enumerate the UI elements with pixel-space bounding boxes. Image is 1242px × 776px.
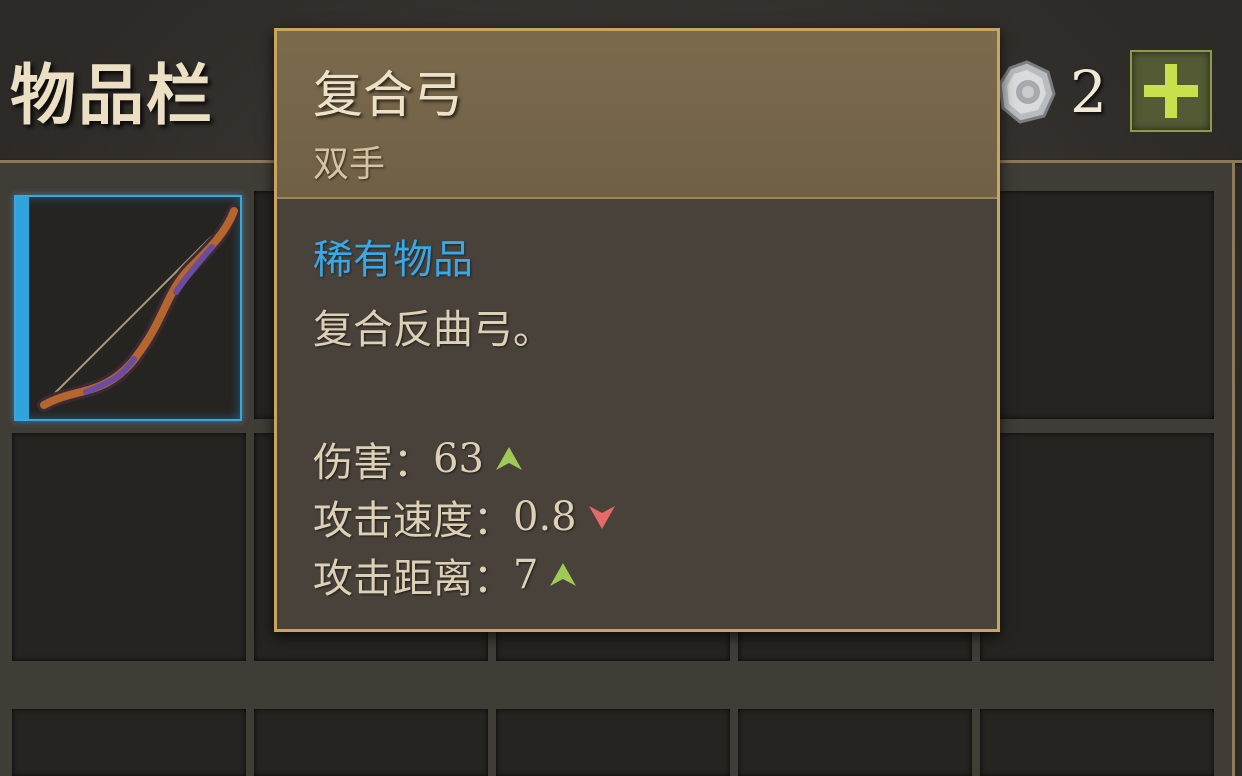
item-name: 复合弓 <box>313 66 463 124</box>
inventory-slot-5[interactable] <box>980 191 1214 419</box>
stat-label: 伤害： <box>313 440 433 486</box>
bow-icon <box>37 204 240 412</box>
inventory-slot-1[interactable] <box>14 195 242 421</box>
inventory-slot-10[interactable] <box>980 433 1214 661</box>
stat-attack-range: 攻击距离： 7 <box>313 549 578 602</box>
silver-coin-icon <box>998 60 1056 124</box>
inventory-slot-11[interactable] <box>12 709 246 776</box>
stat-down-arrow-icon <box>588 506 615 529</box>
stat-up-arrow-icon <box>550 563 577 586</box>
stat-damage: 伤害： 63 <box>313 433 524 486</box>
item-rarity: 稀有物品 <box>313 237 473 283</box>
stat-value: 0.8 <box>513 494 577 540</box>
currency-count: 2 <box>1070 58 1107 126</box>
stat-attack-speed: 攻击速度： 0.8 <box>313 491 617 544</box>
plus-icon <box>1144 64 1198 118</box>
stat-value: 63 <box>433 436 484 482</box>
inventory-slot-15[interactable] <box>980 709 1214 776</box>
add-currency-button[interactable] <box>1130 50 1212 132</box>
tooltip-header: 复合弓 双手 <box>277 31 997 199</box>
item-description: 复合反曲弓。 <box>313 307 553 353</box>
item-tooltip: 复合弓 双手 稀有物品 复合反曲弓。 伤害： 63 攻击速度： 0.8 攻击距离… <box>274 28 1000 632</box>
inventory-title: 物品栏 <box>10 56 214 134</box>
item-slot-type: 双手 <box>313 144 386 185</box>
inventory-slot-6[interactable] <box>12 433 246 661</box>
currency-display: 2 <box>998 52 1107 132</box>
stat-up-arrow-icon <box>495 447 522 470</box>
stat-label: 攻击速度： <box>313 498 513 544</box>
stat-value: 7 <box>513 552 539 598</box>
inventory-slot-13[interactable] <box>496 709 730 776</box>
stat-label: 攻击距离： <box>313 556 513 602</box>
inventory-slot-12[interactable] <box>254 709 488 776</box>
inventory-slot-14[interactable] <box>738 709 972 776</box>
